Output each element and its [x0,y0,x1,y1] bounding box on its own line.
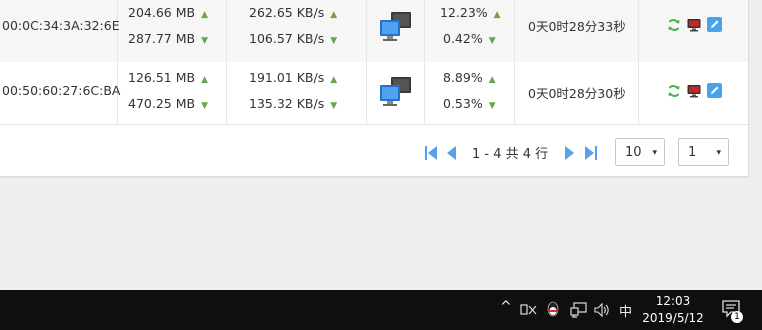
download-speed: 135.32 KB/s ▼ [249,96,337,111]
device-table-panel: 00:0C:34:3A:32:6E 204.66 MB ▲ 287.77 MB ▼ … [0,0,749,177]
page-number-value: 1 [688,145,697,160]
edit-icon[interactable] [707,17,722,32]
refresh-icon[interactable] [667,18,681,32]
arrow-down-icon: ▼ [488,101,496,111]
chevron-down-icon: ▾ [652,148,657,158]
network-icon[interactable] [570,302,588,318]
column-divider [638,62,639,124]
column-divider [638,0,639,62]
clock-date: 2019/5/12 [642,311,704,325]
system-clock[interactable]: 12:03 2019/5/12 [640,293,706,327]
sent-traffic: 204.66 MB ▲ [128,5,208,20]
pagination-info: 1 - 4 共 4 行 [472,147,549,162]
recv-value: 287.77 MB [128,31,196,46]
table-row: 00:0C:34:3A:32:6E 204.66 MB ▲ 287.77 MB ▼ … [0,0,748,62]
next-page-icon[interactable] [564,145,576,161]
sent-value: 126.51 MB [128,70,196,85]
download-value: 106.57 KB/s [249,31,325,46]
upload-value: 191.01 KB/s [249,70,325,85]
mac-address: 00:0C:34:3A:32:6E [2,18,120,33]
upload-speed: 262.65 KB/s ▲ [249,5,337,20]
column-divider [366,0,367,62]
arrow-up-icon: ▲ [330,10,338,20]
computer-icon [380,12,411,41]
column-divider [226,62,227,124]
column-divider [424,62,425,124]
column-divider [424,0,425,62]
arrow-down-icon: ▼ [201,36,208,46]
memory-usage: 0.42% ▼ [443,31,496,46]
table-row: 00:50:60:27:6C:BA 126.51 MB ▲ 470.25 MB ▼ … [0,62,748,125]
clock-time: 12:03 [655,294,691,308]
page-number-select[interactable]: 1 ▾ [678,138,729,166]
chevron-down-icon: ▾ [716,148,721,158]
mac-address: 00:50:60:27:6C:BA [2,83,121,98]
column-divider [514,62,515,124]
arrow-up-icon: ▲ [493,10,501,20]
arrow-up-icon: ▲ [201,10,208,20]
prev-page-icon[interactable] [445,145,457,161]
received-traffic: 287.77 MB ▼ [128,31,208,46]
cpu-value: 8.89% [443,70,483,85]
upload-value: 262.65 KB/s [249,5,325,20]
refresh-icon[interactable] [667,84,681,98]
remote-monitor-icon[interactable] [687,84,701,98]
arrow-down-icon: ▼ [330,36,338,46]
arrow-up-icon: ▲ [488,75,496,85]
qq-penguin-icon[interactable] [546,301,560,319]
memory-usage: 0.53% ▼ [443,96,496,111]
page-size-value: 10 [625,145,642,160]
arrow-down-icon: ▼ [488,36,496,46]
show-hidden-icons-chevron[interactable]: ^ [500,299,512,315]
taskbar: ^ 中 12:03 2019/5/12 1 [0,290,762,330]
recv-value: 470.25 MB [128,96,196,111]
cpu-usage: 8.89% ▲ [443,70,496,85]
computer-icon [380,77,411,106]
sent-traffic: 126.51 MB ▲ [128,70,208,85]
uptime: 0天0时28分30秒 [528,86,626,101]
cpu-value: 12.23% [440,5,488,20]
download-speed: 106.57 KB/s ▼ [249,31,337,46]
volume-icon[interactable] [594,302,610,318]
arrow-up-icon: ▲ [201,75,208,85]
column-divider [514,0,515,62]
column-divider [226,0,227,62]
input-indicator-icon[interactable] [520,302,538,318]
arrow-down-icon: ▼ [330,101,338,111]
upload-speed: 191.01 KB/s ▲ [249,70,337,85]
received-traffic: 470.25 MB ▼ [128,96,208,111]
edit-icon[interactable] [707,83,722,98]
remote-monitor-icon[interactable] [687,18,701,32]
notification-count-badge: 1 [731,311,743,323]
mem-value: 0.53% [443,96,483,111]
arrow-down-icon: ▼ [201,101,208,111]
sent-value: 204.66 MB [128,5,196,20]
last-page-icon[interactable] [584,145,598,161]
first-page-icon[interactable] [424,145,438,161]
page-size-select[interactable]: 10 ▾ [615,138,665,166]
arrow-up-icon: ▲ [330,75,338,85]
pagination-bar: 1 - 4 共 4 行 10 ▾ 1 ▾ [424,138,744,166]
mem-value: 0.42% [443,31,483,46]
download-value: 135.32 KB/s [249,96,325,111]
ime-mode-indicator[interactable]: 中 [619,301,632,320]
cpu-usage: 12.23% ▲ [440,5,501,20]
uptime: 0天0时28分33秒 [528,19,626,34]
column-divider [366,62,367,124]
